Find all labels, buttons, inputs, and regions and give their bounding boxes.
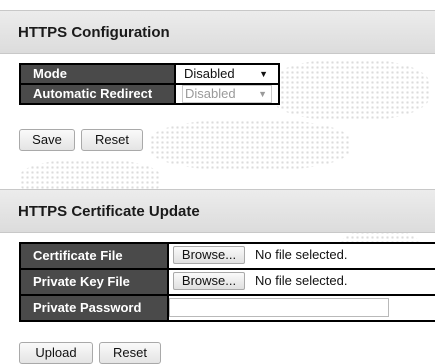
section-title: HTTPS Certificate Update xyxy=(18,203,200,220)
certificate-file-label: Certificate File xyxy=(21,244,167,268)
private-password-label: Private Password xyxy=(21,296,167,320)
background-map-pattern xyxy=(270,60,430,120)
mode-label: Mode xyxy=(21,65,174,83)
https-config-table: Mode Disabled ▼ Automatic Redirect Disab… xyxy=(19,63,280,105)
automatic-redirect-label: Automatic Redirect xyxy=(21,85,174,103)
mode-row: Mode Disabled ▼ xyxy=(21,65,278,83)
background-map-pattern xyxy=(150,120,350,170)
reset-button[interactable]: Reset xyxy=(99,342,161,364)
private-key-file-label: Private Key File xyxy=(21,270,167,294)
private-password-input[interactable] xyxy=(169,298,389,317)
chevron-down-icon: ▼ xyxy=(258,89,267,99)
automatic-redirect-select-value: Disabled xyxy=(185,86,236,101)
private-key-file-status: No file selected. xyxy=(255,273,348,288)
section-title: HTTPS Configuration xyxy=(18,24,170,41)
private-password-row: Private Password xyxy=(21,296,435,320)
chevron-down-icon: ▼ xyxy=(259,69,268,79)
private-key-browse-button[interactable]: Browse... xyxy=(173,272,245,290)
reset-button[interactable]: Reset xyxy=(81,129,143,151)
https-configuration-header: HTTPS Configuration xyxy=(0,10,435,54)
save-button[interactable]: Save xyxy=(19,129,75,151)
https-certificate-update-header: HTTPS Certificate Update xyxy=(0,189,435,233)
certificate-browse-button[interactable]: Browse... xyxy=(173,246,245,264)
upload-button[interactable]: Upload xyxy=(19,342,93,364)
certificate-file-status: No file selected. xyxy=(255,247,348,262)
automatic-redirect-select: Disabled ▼ xyxy=(182,85,272,103)
mode-select-value: Disabled xyxy=(184,66,235,81)
mode-select[interactable]: Disabled ▼ xyxy=(182,66,272,82)
private-key-file-row: Private Key File Browse... No file selec… xyxy=(21,270,435,294)
certificate-update-table: Certificate File Browse... No file selec… xyxy=(19,242,435,322)
certificate-file-row: Certificate File Browse... No file selec… xyxy=(21,244,435,268)
automatic-redirect-row: Automatic Redirect Disabled ▼ xyxy=(21,85,278,103)
